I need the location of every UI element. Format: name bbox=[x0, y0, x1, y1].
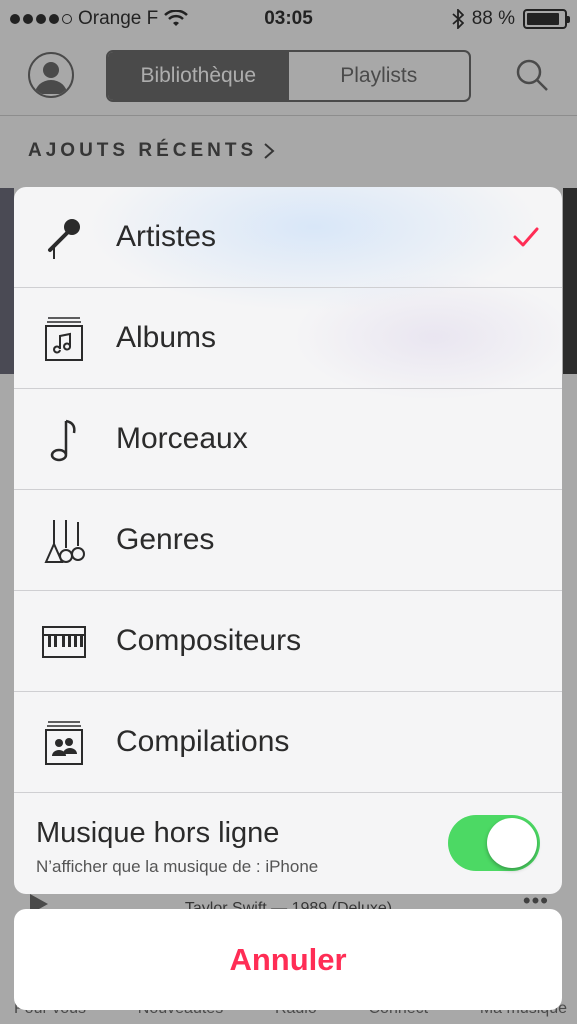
menu-item-artists[interactable]: Artistes bbox=[14, 187, 562, 288]
guitars-icon bbox=[44, 520, 85, 563]
menu-item-composers[interactable]: Compositeurs bbox=[14, 591, 562, 692]
menu-item-label: Morceaux bbox=[116, 422, 248, 455]
album-icon bbox=[45, 317, 83, 361]
microphone-icon bbox=[48, 219, 80, 259]
menu-item-albums[interactable]: Albums bbox=[14, 288, 562, 389]
menu-item-label: Genres bbox=[116, 523, 215, 556]
offline-music-row: Musique hors ligne N’afficher que la mus… bbox=[14, 793, 562, 894]
music-note-icon bbox=[50, 419, 76, 462]
piano-keyboard-icon bbox=[42, 626, 86, 658]
cancel-button[interactable]: Annuler bbox=[14, 909, 562, 1010]
offline-music-title: Musique hors ligne bbox=[36, 817, 280, 849]
menu-item-label: Compilations bbox=[116, 725, 290, 758]
menu-item-songs[interactable]: Morceaux bbox=[14, 389, 562, 490]
checkmark-icon bbox=[513, 227, 539, 247]
offline-music-toggle[interactable] bbox=[448, 815, 540, 871]
offline-music-subtitle: N’afficher que la musique de : iPhone bbox=[36, 857, 319, 876]
toggle-knob bbox=[487, 818, 537, 868]
menu-item-label: Compositeurs bbox=[116, 624, 302, 657]
menu-item-genres[interactable]: Genres bbox=[14, 490, 562, 591]
menu-item-label: Artistes bbox=[116, 220, 217, 253]
menu-item-compilations[interactable]: Compilations bbox=[14, 692, 562, 793]
library-view-menu: Artistes Albums Morceaux Genres Composit… bbox=[14, 187, 562, 894]
compilation-icon bbox=[45, 721, 83, 765]
menu-item-label: Albums bbox=[116, 321, 217, 354]
